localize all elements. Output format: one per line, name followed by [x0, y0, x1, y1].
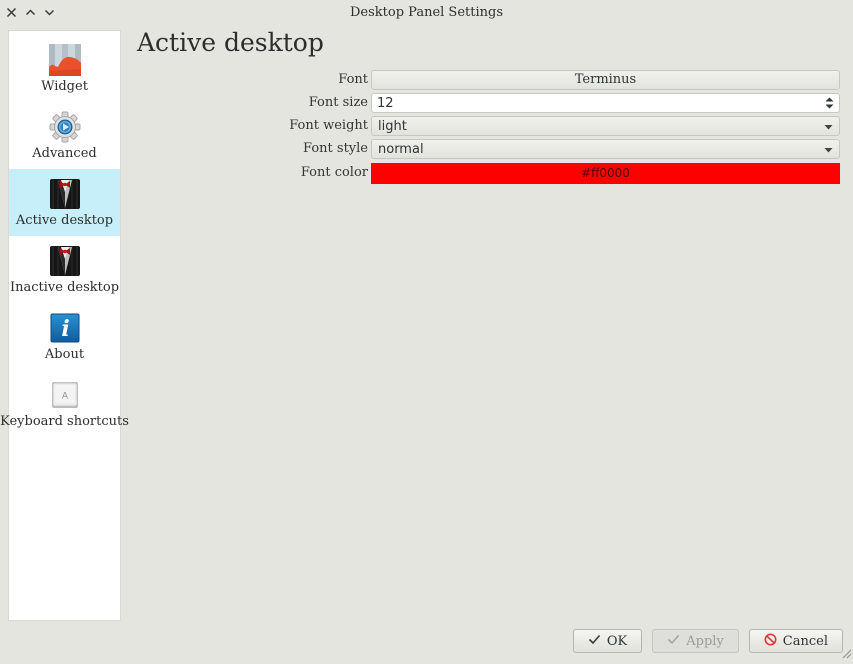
font-weight-dropdown[interactable]: light: [371, 116, 840, 136]
font-color-button[interactable]: #ff0000: [371, 163, 840, 184]
form-row-font-style: Font style normal: [150, 139, 840, 159]
form-row-font-weight: Font weight light: [150, 116, 840, 136]
sidebar-item-label: Widget: [41, 79, 88, 94]
page-title: Active desktop: [137, 28, 324, 57]
check-icon: [588, 634, 601, 649]
font-style-dropdown[interactable]: normal: [371, 139, 840, 159]
form-row-font-size: Font size 12: [150, 93, 840, 113]
titlebar: Desktop Panel Settings: [0, 0, 853, 24]
ok-button-label: OK: [607, 634, 627, 649]
sidebar-item-keyboard-shortcuts[interactable]: A Keyboard shortcuts: [9, 370, 120, 437]
chevron-down-icon: [824, 119, 833, 134]
keyboard-key-icon: A: [49, 379, 81, 411]
font-button[interactable]: Terminus: [371, 70, 840, 90]
svg-text:A: A: [61, 391, 68, 401]
cancel-button-label: Cancel: [783, 634, 828, 649]
font-weight-label: Font weight: [150, 116, 371, 136]
form-row-font: Font Terminus: [150, 70, 840, 90]
prohibition-icon: [764, 633, 777, 650]
chevron-down-icon: [824, 142, 833, 157]
info-icon: i: [49, 312, 81, 344]
shade-down-icon[interactable]: [44, 7, 55, 18]
svg-text:i: i: [61, 316, 69, 342]
close-icon[interactable]: [6, 7, 17, 18]
tuxedo-icon: [49, 178, 81, 210]
apply-button[interactable]: Apply: [652, 629, 739, 653]
shade-up-icon[interactable]: [25, 7, 36, 18]
font-style-value: normal: [378, 142, 824, 157]
ok-button[interactable]: OK: [573, 629, 642, 653]
font-style-label: Font style: [150, 139, 371, 159]
tuxedo-icon: [49, 245, 81, 277]
sidebar-item-about[interactable]: i About: [9, 303, 120, 370]
widget-chart-icon: [49, 44, 81, 76]
sidebar-item-advanced[interactable]: Advanced: [9, 102, 120, 169]
sidebar-item-label: Active desktop: [16, 213, 113, 228]
font-weight-value: light: [378, 119, 824, 134]
settings-sidebar: Widget Advanced: [8, 30, 121, 621]
sidebar-item-label: Inactive desktop: [10, 280, 119, 295]
apply-button-label: Apply: [686, 634, 724, 649]
window-controls: [6, 0, 55, 24]
resize-grip-icon[interactable]: [840, 647, 852, 663]
font-size-spinner[interactable]: 12: [371, 93, 840, 113]
check-icon: [667, 634, 680, 649]
dialog-footer: OK Apply Cancel: [573, 629, 843, 653]
sidebar-item-label: Keyboard shortcuts: [0, 414, 129, 429]
sidebar-item-label: Advanced: [32, 146, 96, 161]
sidebar-item-label: About: [45, 347, 84, 362]
gear-icon: [49, 111, 81, 143]
form-row-font-color: Font color #ff0000: [150, 163, 840, 184]
spinner-arrows-icon[interactable]: [825, 97, 834, 109]
font-size-value: 12: [377, 96, 825, 111]
font-color-label: Font color: [150, 163, 371, 184]
cancel-button[interactable]: Cancel: [749, 629, 843, 653]
sidebar-item-widget[interactable]: Widget: [9, 35, 120, 102]
font-label: Font: [150, 70, 371, 90]
desktop-panel-settings-window: { "window": { "title": "Desktop Panel Se…: [0, 0, 853, 664]
sidebar-item-inactive-desktop[interactable]: Inactive desktop: [9, 236, 120, 303]
sidebar-item-active-desktop[interactable]: Active desktop: [9, 169, 120, 236]
window-title: Desktop Panel Settings: [0, 0, 853, 24]
font-size-label: Font size: [150, 93, 371, 113]
